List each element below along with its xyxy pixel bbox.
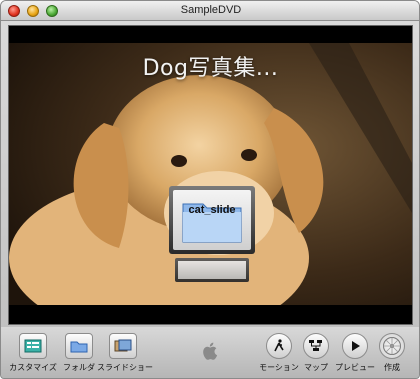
menu-preview[interactable]: Dog写真集... cat_slide <box>8 25 413 325</box>
button-label: cat_slide <box>188 204 236 216</box>
preview-button[interactable]: プレビュー <box>333 333 377 373</box>
apple-logo-icon <box>203 342 218 360</box>
cat-slide-button[interactable]: cat_slide <box>169 186 255 282</box>
button-frame <box>169 186 255 254</box>
burn-icon <box>379 333 405 359</box>
burn-label: 作成 <box>384 363 400 372</box>
motion-button[interactable]: モーション <box>257 333 301 373</box>
window-title: SampleDVD <box>180 4 242 16</box>
slideshow-button[interactable]: スライドショー <box>97 333 153 373</box>
customize-button[interactable]: カスタマイズ <box>9 333 57 373</box>
burn-button[interactable]: 作成 <box>377 333 407 373</box>
map-icon <box>303 333 329 359</box>
title-bar: SampleDVD <box>1 1 419 21</box>
map-label: マップ <box>304 363 328 372</box>
button-reflection <box>175 258 249 282</box>
customize-label: カスタマイズ <box>9 363 57 372</box>
folder-button[interactable]: フォルダ <box>61 333 97 373</box>
motion-icon <box>266 333 292 359</box>
app-window: SampleDVD Dog写真集... cat_slide カスタマイズ フォル… <box>0 0 420 379</box>
folder-label: フォルダ <box>63 363 95 372</box>
bottom-toolbar: カスタマイズ フォルダ スライドショー モーション マップ プレビュー 作成 <box>1 327 419 378</box>
motion-label: モーション <box>259 363 299 372</box>
map-button[interactable]: マップ <box>301 333 331 373</box>
customize-icon <box>19 333 47 359</box>
folder-icon <box>65 333 93 359</box>
folder-icon <box>182 203 242 243</box>
play-icon <box>342 333 368 359</box>
preview-label: プレビュー <box>335 363 375 372</box>
menu-title: Dog写真集... <box>142 56 279 81</box>
slideshow-label: スライドショー <box>97 363 153 372</box>
slideshow-icon <box>109 333 137 359</box>
